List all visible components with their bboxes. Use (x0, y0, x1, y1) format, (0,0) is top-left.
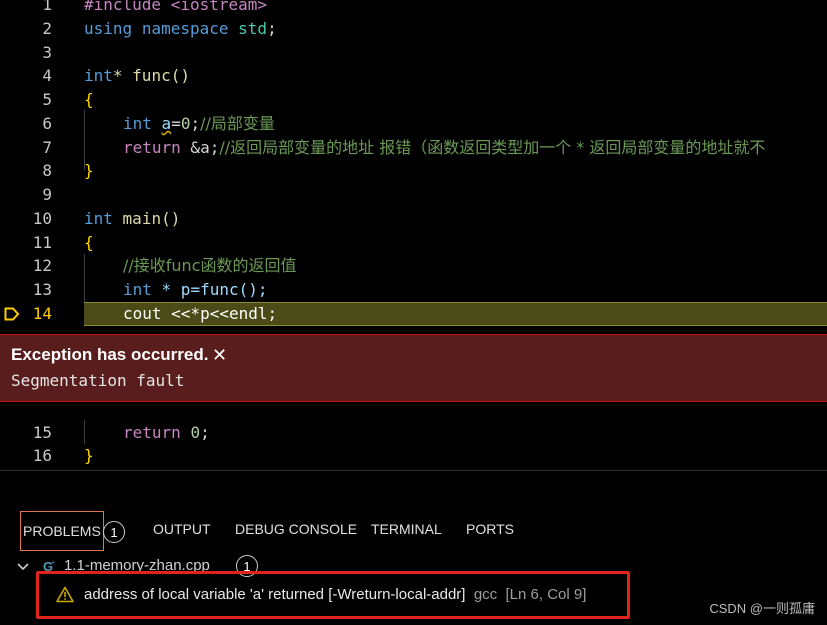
code-line: 5 { (0, 88, 827, 112)
problem-location: [Ln 6, Col 9] (505, 586, 587, 603)
line-number: 9 (42, 185, 52, 204)
code-line-current: 14 cout <<*p<<endl; (0, 302, 827, 326)
line-number: 2 (42, 19, 52, 38)
code-line: 8 } (0, 159, 827, 183)
exception-message: Segmentation fault (11, 371, 185, 390)
code-line: 1 #include <iostream> (0, 0, 827, 17)
tab-terminal[interactable]: TERMINAL (371, 521, 442, 537)
line-number: 6 (42, 114, 52, 133)
line-number: 12 (32, 256, 52, 275)
code-text: } (84, 446, 94, 465)
code-text: //接收func函数的返回值 (123, 256, 297, 275)
warning-icon (56, 586, 74, 603)
exception-widget: Exception has occurred. ✕ Segmentation f… (0, 334, 827, 402)
code-text: int* func() (84, 66, 190, 85)
code-line: 2 using namespace std; (0, 17, 827, 41)
code-line: 4 int* func() (0, 64, 827, 88)
code-line: 10 int main() (0, 207, 827, 231)
code-line: 13 int * p=func(); (0, 278, 827, 302)
code-text: return 0; (123, 423, 210, 442)
problem-message: address of local variable 'a' returned [… (84, 586, 466, 603)
code-text: int a=0;//局部变量 (123, 114, 275, 133)
code-line: 7 return &a;//返回局部变量的地址 报错（函数返回类型加一个 * 返… (0, 136, 827, 160)
line-number: 7 (42, 138, 52, 157)
tab-problems[interactable]: PROBLEMS (20, 511, 104, 551)
tab-ports[interactable]: PORTS (466, 521, 514, 537)
code-text: cout <<*p<<endl; (123, 304, 278, 323)
line-number: 13 (32, 280, 52, 299)
line-number: 16 (32, 446, 52, 465)
code-line: 6 int a=0;//局部变量 (0, 112, 827, 136)
code-line: 16 } (0, 444, 827, 468)
code-line: 11 { (0, 231, 827, 255)
line-number: 8 (42, 161, 52, 180)
line-number: 15 (32, 423, 52, 442)
code-text: int * p=func(); (123, 280, 268, 299)
line-number: 1 (42, 0, 52, 14)
code-editor[interactable]: 1 #include <iostream> 2 using namespace … (0, 0, 827, 470)
problem-item[interactable]: address of local variable 'a' returned [… (36, 571, 630, 619)
bottom-panel: PROBLEMS 1 OUTPUT DEBUG CONSOLE TERMINAL… (0, 470, 827, 625)
code-line: 15 return 0; (0, 421, 827, 445)
code-text: int main() (84, 209, 181, 228)
chevron-down-icon[interactable] (16, 561, 30, 573)
line-number: 3 (42, 43, 52, 62)
watermark: CSDN @一则孤庸 (709, 601, 815, 616)
line-number: 14 (32, 304, 52, 323)
tab-debug-console[interactable]: DEBUG CONSOLE (235, 521, 357, 537)
code-line: 12 //接收func函数的返回值 (0, 254, 827, 278)
exception-title: Exception has occurred. (11, 345, 209, 364)
line-number: 4 (42, 66, 52, 85)
problem-text: address of local variable 'a' returned [… (84, 586, 586, 603)
code-text: using namespace std; (84, 19, 277, 38)
code-text: { (84, 233, 94, 252)
svg-text:+: + (51, 560, 55, 567)
line-number: 5 (42, 90, 52, 109)
line-number: 11 (32, 233, 52, 252)
problems-count-badge: 1 (103, 521, 125, 543)
close-icon[interactable]: ✕ (212, 345, 227, 366)
code-text: #include <iostream> (84, 0, 268, 14)
problem-source: gcc (473, 586, 498, 603)
code-text: } (84, 161, 94, 180)
line-number: 10 (32, 209, 52, 228)
code-text: { (84, 90, 94, 109)
code-line: 9 (0, 183, 827, 207)
code-line: 3 (0, 41, 827, 65)
code-text: return &a;//返回局部变量的地址 报错（函数返回类型加一个 * 返回局… (123, 138, 766, 157)
tab-output[interactable]: OUTPUT (153, 521, 211, 537)
